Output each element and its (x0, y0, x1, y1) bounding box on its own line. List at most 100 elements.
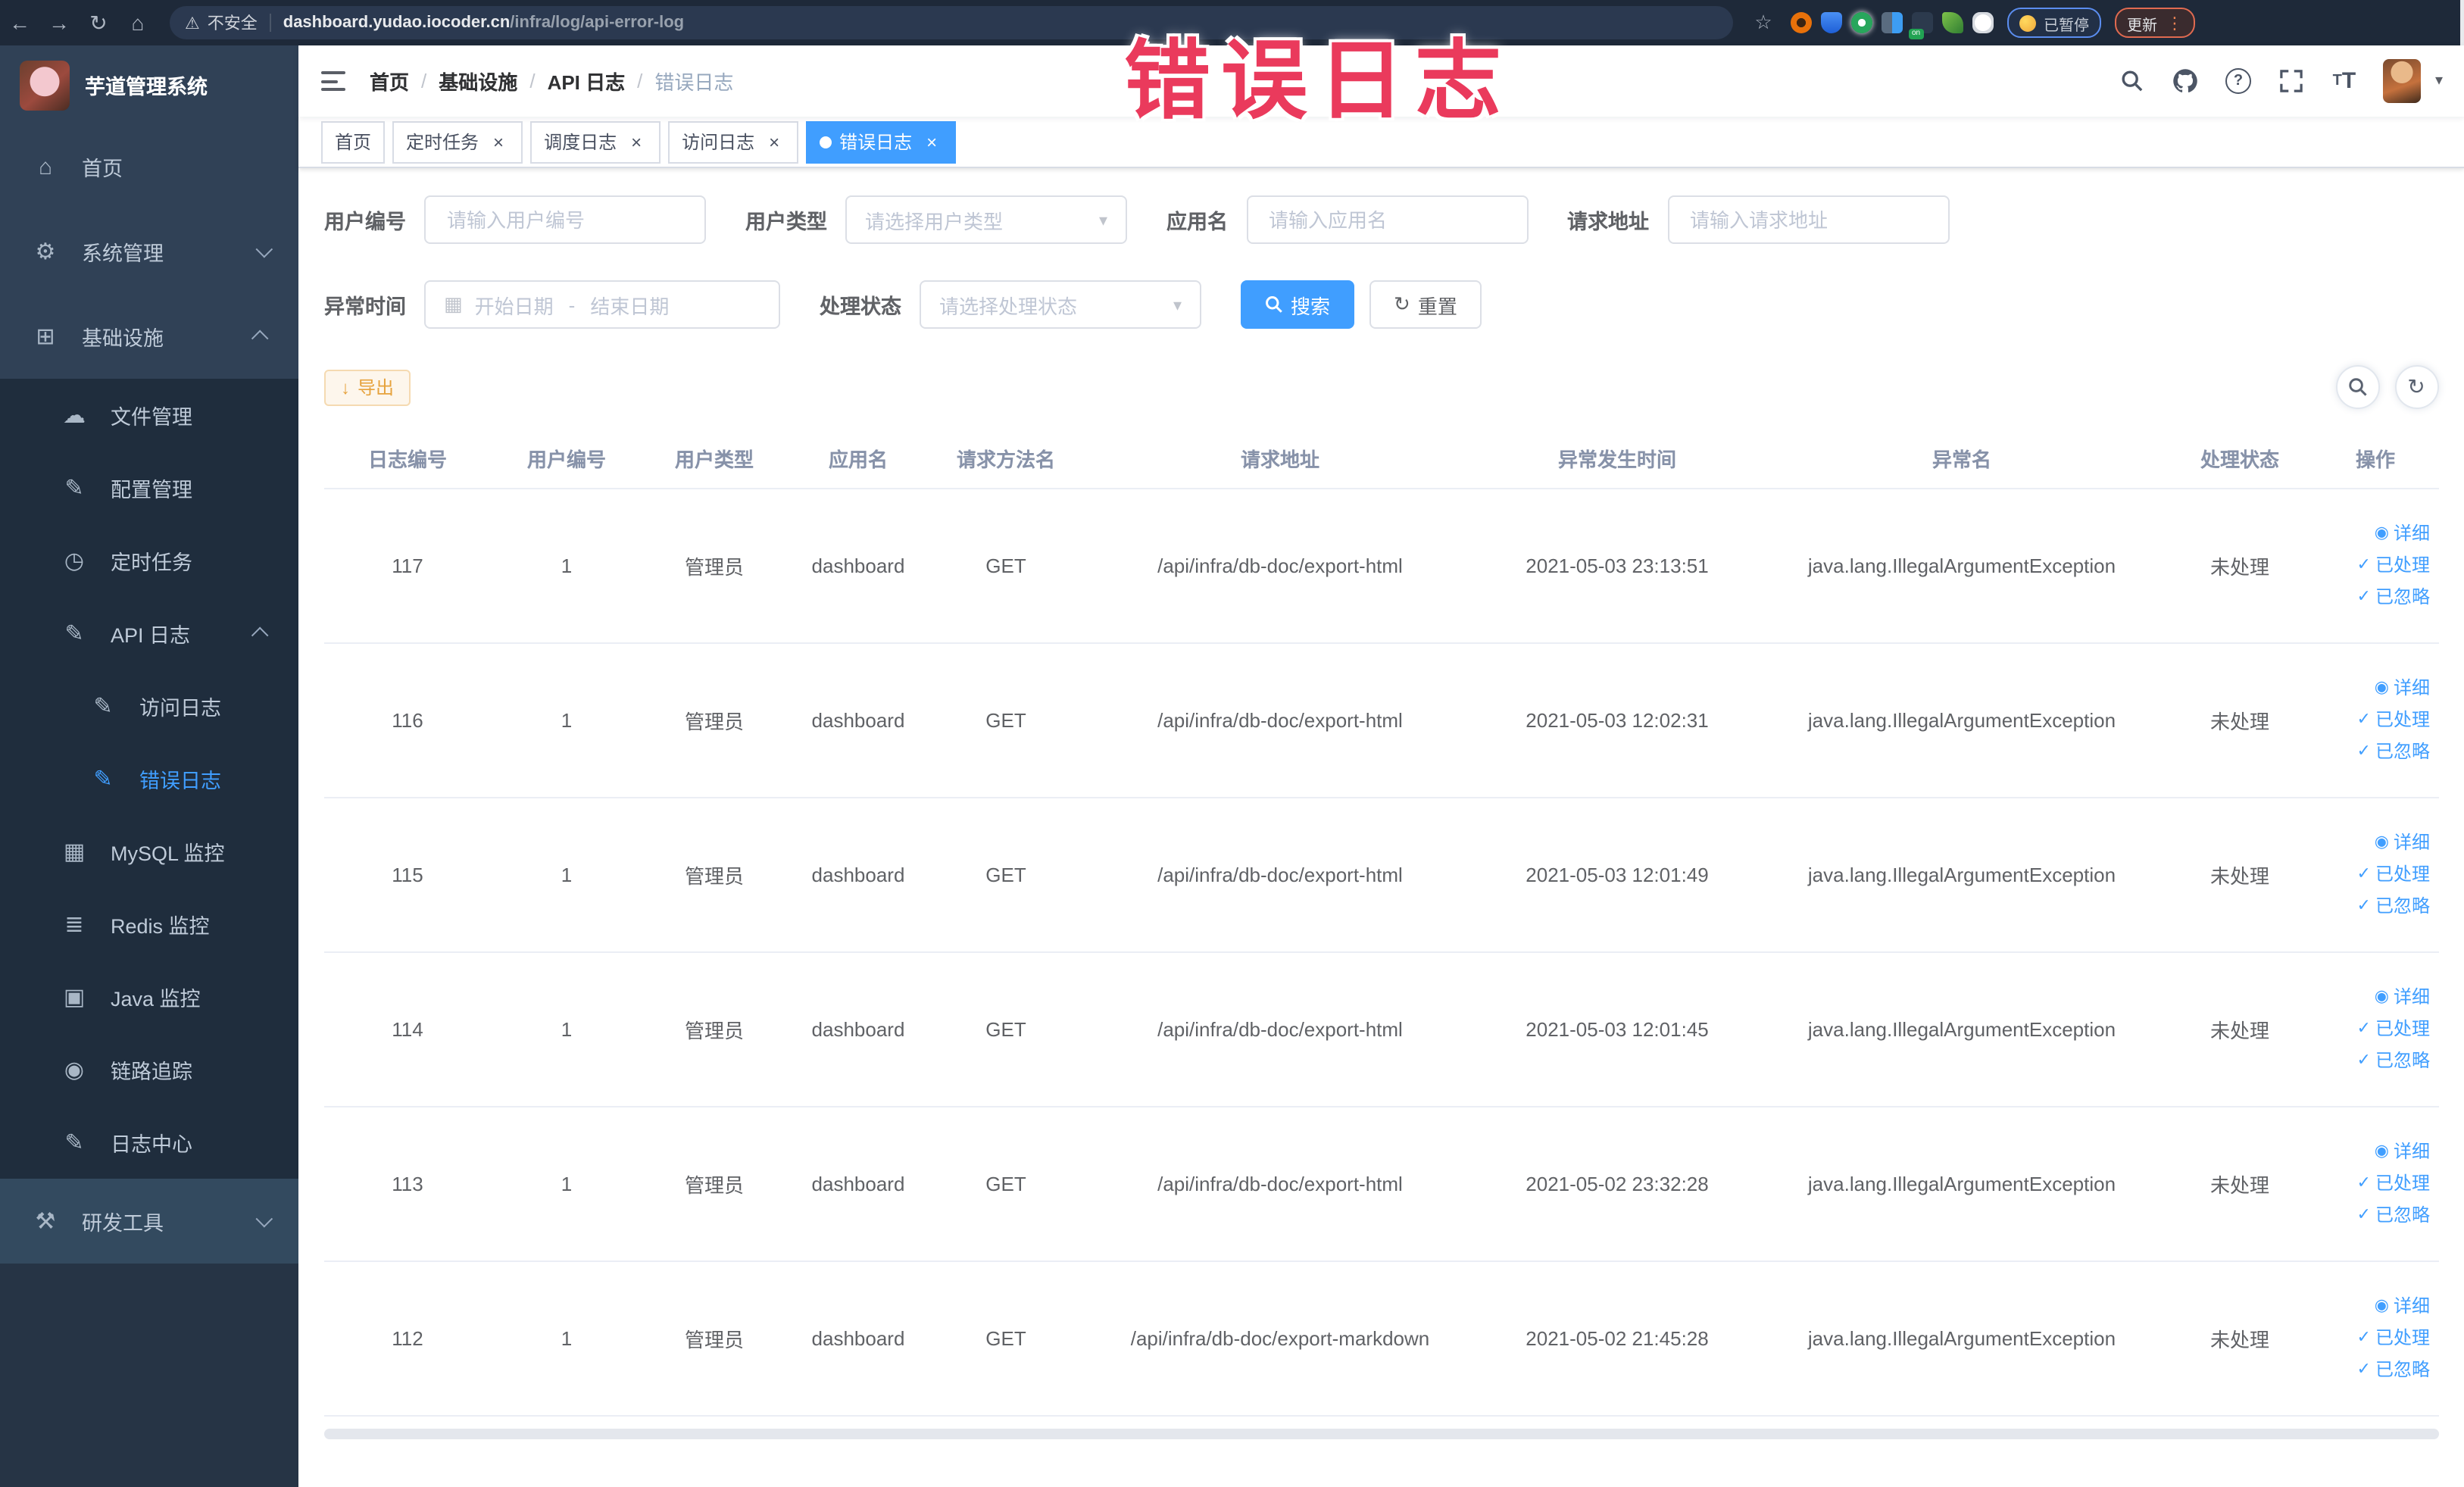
exception-time-label: 异常时间 (324, 295, 406, 318)
cell-user_id: 1 (491, 952, 642, 1107)
sidebar-item-access-log[interactable]: ✎ 访问日志 (0, 670, 298, 742)
processed-link[interactable]: ✓ 已处理 (2318, 704, 2430, 736)
tab-error-log[interactable]: 错误日志 × (806, 120, 957, 163)
sidebar-item-scheduled-jobs[interactable]: ◷ 定时任务 (0, 524, 298, 597)
ignored-link[interactable]: ✓ 已忽略 (2318, 1354, 2430, 1386)
detail-link[interactable]: ◉ 详细 (2318, 518, 2430, 550)
sidebar-item-trace[interactable]: ◉ 链路追踪 (0, 1033, 298, 1106)
sidebar-item-system-management[interactable]: ⚙ 系统管理 (0, 209, 298, 294)
processed-link[interactable]: ✓ 已处理 (2318, 859, 2430, 891)
search-button[interactable]: 搜索 (1241, 280, 1355, 329)
fullscreen-icon[interactable] (2278, 67, 2305, 95)
user-type-label: 用户类型 (745, 211, 827, 233)
tab-access-log[interactable]: 访问日志 × (668, 120, 799, 163)
sidebar-item-file-management[interactable]: ☁ 文件管理 (0, 379, 298, 451)
close-icon[interactable]: × (626, 131, 647, 152)
table-row: 114 1 管理员 dashboard GET/api/infra/db-doc/exp… (324, 952, 2439, 1107)
detail-link[interactable]: ◉ 详细 (2318, 982, 2430, 1014)
close-icon[interactable]: × (921, 131, 942, 152)
app-name-input[interactable] (1246, 195, 1528, 244)
chevron-down-icon[interactable]: ▾ (2435, 73, 2443, 89)
horizontal-scrollbar[interactable] (324, 1429, 2438, 1439)
cell-exception: java.lang.IllegalArgumentException (1756, 489, 2168, 644)
cell-actions: ◉ 详细 ✓ 已处理 ✓ 已忽略 (2312, 798, 2439, 953)
extension-green-icon[interactable] (1851, 12, 1872, 33)
cell-method: GET (930, 1261, 1082, 1417)
processed-link[interactable]: ✓ 已处理 (2318, 550, 2430, 582)
detail-link[interactable]: ◉ 详细 (2318, 827, 2430, 859)
tab-home[interactable]: 首页 (321, 120, 386, 163)
request-url-input[interactable] (1667, 195, 1949, 244)
not-secure-icon: ⚠ (185, 14, 200, 33)
extension-leaf-icon[interactable] (1942, 12, 1963, 33)
extensions-puzzle-icon[interactable] (1972, 12, 1994, 33)
action-label: 详细 (2393, 677, 2430, 698)
processed-link[interactable]: ✓ 已处理 (2318, 1323, 2430, 1354)
toggle-search-button[interactable] (2335, 365, 2379, 409)
action-label: 详细 (2393, 1295, 2430, 1317)
eye-icon: ◉ (64, 1057, 85, 1083)
user-type-select[interactable]: 请选择用户类型 ▾ (845, 195, 1127, 244)
main-area: 首页 / 基础设施 / API 日志 / 错误日志 ? TT ▾ 首页 定时任务… (298, 45, 2464, 1487)
breadcrumb-item[interactable]: 首页 (370, 67, 409, 95)
ignored-link[interactable]: ✓ 已忽略 (2318, 1045, 2430, 1077)
ignored-link[interactable]: ✓ 已忽略 (2318, 736, 2430, 768)
sidebar-item-error-log[interactable]: ✎ 错误日志 (0, 742, 298, 815)
hamburger-icon[interactable] (321, 71, 345, 91)
user-id-input[interactable] (424, 195, 706, 244)
log-icon: ✎ (93, 767, 113, 792)
refresh-table-button[interactable]: ↻ (2394, 365, 2438, 409)
profile-paused-chip[interactable]: 已暂停 (2007, 8, 2101, 38)
browser-update-button[interactable]: 更新 ⋮ (2115, 8, 2195, 38)
sidebar-item-home[interactable]: ⌂ 首页 (0, 124, 298, 209)
sidebar-item-config-management[interactable]: ✎ 配置管理 (0, 451, 298, 524)
detail-link[interactable]: ◉ 详细 (2318, 1136, 2430, 1168)
sidebar-item-infrastructure[interactable]: ⊞ 基础设施 (0, 294, 298, 379)
ignored-link[interactable]: ✓ 已忽略 (2318, 891, 2430, 923)
docs-help-icon[interactable]: ? (2225, 67, 2252, 95)
sidebar-item-redis-monitor[interactable]: ≣ Redis 监控 (0, 888, 298, 961)
close-icon[interactable]: × (488, 131, 509, 152)
sidebar-item-mysql-monitor[interactable]: ▦ MySQL 监控 (0, 815, 298, 888)
table-settings: ↻ (2335, 365, 2438, 409)
reset-button[interactable]: ↻ 重置 (1369, 280, 1482, 329)
app-logo[interactable]: 芋道管理系统 (0, 45, 298, 124)
close-icon[interactable]: × (764, 131, 785, 152)
exception-time-range-picker[interactable]: ▦ 开始日期 - 结束日期 (424, 280, 780, 329)
github-icon[interactable] (2172, 67, 2199, 95)
breadcrumb-item[interactable]: API 日志 (548, 67, 626, 95)
processed-link[interactable]: ✓ 已处理 (2318, 1168, 2430, 1200)
reload-icon[interactable]: ↻ (79, 10, 118, 36)
processed-link[interactable]: ✓ 已处理 (2318, 1014, 2430, 1045)
search-icon[interactable] (2119, 67, 2146, 95)
sidebar-item-api-log[interactable]: ✎ API 日志 (0, 597, 298, 670)
extension-grid-icon[interactable] (1882, 12, 1903, 33)
process-status-select[interactable]: 请选择处理状态 ▾ (920, 280, 1201, 329)
sidebar-item-dev-tools[interactable]: ⚒ 研发工具 (0, 1179, 298, 1264)
breadcrumb-item[interactable]: 基础设施 (439, 67, 517, 95)
ignored-link[interactable]: ✓ 已忽略 (2318, 582, 2430, 614)
sidebar-item-java-monitor[interactable]: ▣ Java 监控 (0, 961, 298, 1033)
extension-orange-icon[interactable] (1791, 12, 1812, 33)
eye-icon: ◉ (2374, 833, 2389, 851)
forward-icon[interactable]: → (39, 11, 79, 35)
tab-schedule-log[interactable]: 调度日志 × (530, 120, 661, 163)
browser-menu-icon[interactable]: ⋮ (2166, 13, 2183, 33)
browser-home-icon[interactable]: ⌂ (118, 11, 158, 35)
extension-shield-icon[interactable] (1821, 12, 1842, 33)
font-size-icon[interactable]: TT (2331, 67, 2358, 95)
sidebar-item-log-center[interactable]: ✎ 日志中心 (0, 1106, 298, 1179)
extension-switch-icon[interactable]: on (1909, 12, 1933, 39)
export-button[interactable]: ↓ 导出 (324, 369, 411, 405)
chevron-down-icon (255, 1210, 273, 1228)
action-label: 已忽略 (2375, 1359, 2430, 1380)
avatar[interactable] (2383, 59, 2422, 103)
tab-scheduled-jobs[interactable]: 定时任务 × (392, 120, 523, 163)
window-scrollbar[interactable] (2459, 0, 2464, 45)
back-icon[interactable]: ← (0, 11, 39, 35)
ignored-link[interactable]: ✓ 已忽略 (2318, 1200, 2430, 1232)
bookmark-star-icon[interactable]: ☆ (1748, 11, 1779, 35)
detail-link[interactable]: ◉ 详细 (2318, 673, 2430, 704)
column-header: 用户类型 (642, 427, 786, 489)
detail-link[interactable]: ◉ 详细 (2318, 1291, 2430, 1323)
